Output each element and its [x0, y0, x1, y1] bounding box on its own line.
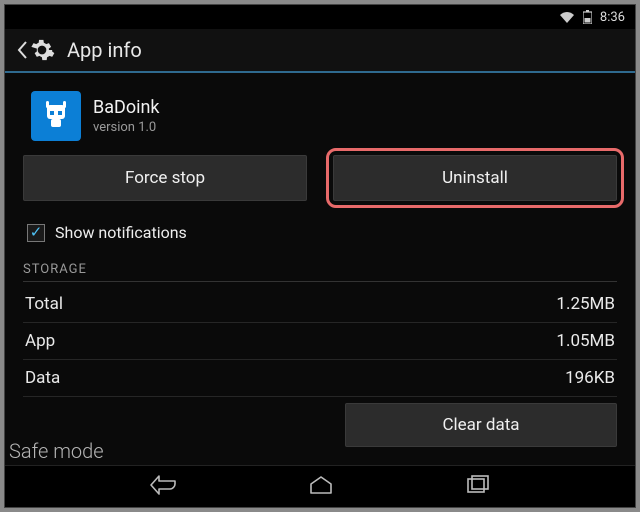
show-notifications-row[interactable]: ✓ Show notifications: [23, 217, 617, 262]
status-time: 8:36: [600, 10, 625, 25]
uninstall-button[interactable]: Uninstall: [333, 155, 617, 201]
page-title: App info: [67, 38, 142, 62]
back-button[interactable]: [13, 33, 59, 67]
storage-value: 1.25MB: [556, 294, 615, 314]
safe-mode-overlay: Safe mode: [9, 439, 104, 463]
status-bar: 8:36: [5, 5, 635, 29]
nav-back-button[interactable]: [144, 469, 182, 505]
app-name: BaDoink: [93, 97, 160, 118]
back-chevron-icon: [17, 41, 27, 59]
storage-row-app: App 1.05MB: [23, 323, 617, 360]
force-stop-button[interactable]: Force stop: [23, 155, 307, 201]
nav-home-button[interactable]: [302, 469, 340, 505]
check-icon: ✓: [30, 225, 43, 240]
storage-label: App: [25, 331, 55, 351]
clear-data-button[interactable]: Clear data: [345, 403, 617, 447]
storage-value: 1.05MB: [556, 331, 615, 351]
storage-label: Total: [25, 294, 63, 314]
storage-row-data: Data 196KB: [23, 360, 617, 397]
action-bar: App info: [5, 29, 635, 73]
app-icon: [31, 91, 81, 141]
app-version: version 1.0: [93, 120, 160, 135]
nav-recent-button[interactable]: [460, 469, 496, 505]
storage-section-header: STORAGE: [23, 262, 617, 282]
storage-value: 196KB: [565, 368, 615, 388]
wifi-icon: [559, 11, 575, 23]
battery-icon: [583, 10, 592, 24]
app-header: BaDoink version 1.0: [23, 81, 617, 155]
navigation-bar: [5, 465, 635, 507]
storage-row-total: Total 1.25MB: [23, 286, 617, 323]
settings-gear-icon: [29, 37, 55, 63]
show-notifications-checkbox[interactable]: ✓: [27, 224, 45, 242]
storage-label: Data: [25, 368, 60, 388]
show-notifications-label: Show notifications: [55, 223, 187, 242]
